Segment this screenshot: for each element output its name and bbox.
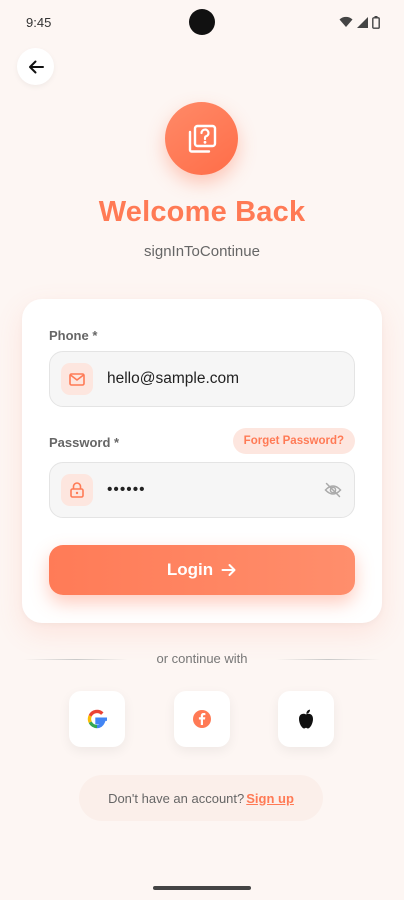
battery-icon (372, 15, 380, 29)
password-label: Password * (49, 435, 120, 450)
page-title: Welcome Back (98, 196, 306, 228)
phone-input-value: hello@sample.com (107, 370, 240, 387)
password-input-value: •••••• (107, 481, 146, 498)
home-indicator (153, 886, 251, 890)
apple-button[interactable] (278, 691, 334, 747)
phone-label: Phone * (49, 328, 98, 343)
app-logo (165, 102, 238, 175)
signup-prompt-text: Don't have an account? (108, 790, 245, 806)
login-button[interactable]: Login (49, 545, 355, 595)
signal-icon (357, 16, 368, 28)
eye-off-icon[interactable] (324, 482, 342, 498)
arrow-left-icon (28, 60, 44, 73)
question-cards-icon (188, 124, 216, 153)
back-button[interactable] (17, 48, 54, 85)
divider-right (276, 659, 380, 660)
status-icons (339, 15, 380, 29)
status-time: 9:45 (26, 14, 52, 30)
signup-link[interactable]: Sign up (246, 791, 294, 806)
lock-icon (61, 474, 93, 506)
arrow-right-icon (221, 564, 236, 576)
forget-password-button[interactable]: Forget Password? (232, 428, 355, 454)
facebook-icon (193, 710, 211, 728)
password-field[interactable]: •••••• (49, 462, 355, 518)
mail-icon (61, 363, 93, 395)
page-subtitle: signInToContinue (144, 243, 260, 260)
apple-icon (299, 709, 313, 729)
camera-cutout (189, 9, 215, 35)
signup-prompt: Don't have an account? Sign up (79, 775, 323, 821)
facebook-button[interactable] (174, 691, 230, 747)
google-button[interactable] (69, 691, 125, 747)
login-card: Phone * hello@sample.com Password * Forg… (22, 299, 382, 623)
login-label: Login (166, 560, 214, 579)
google-icon (87, 709, 107, 729)
wifi-icon (339, 16, 353, 27)
phone-field[interactable]: hello@sample.com (49, 351, 355, 407)
